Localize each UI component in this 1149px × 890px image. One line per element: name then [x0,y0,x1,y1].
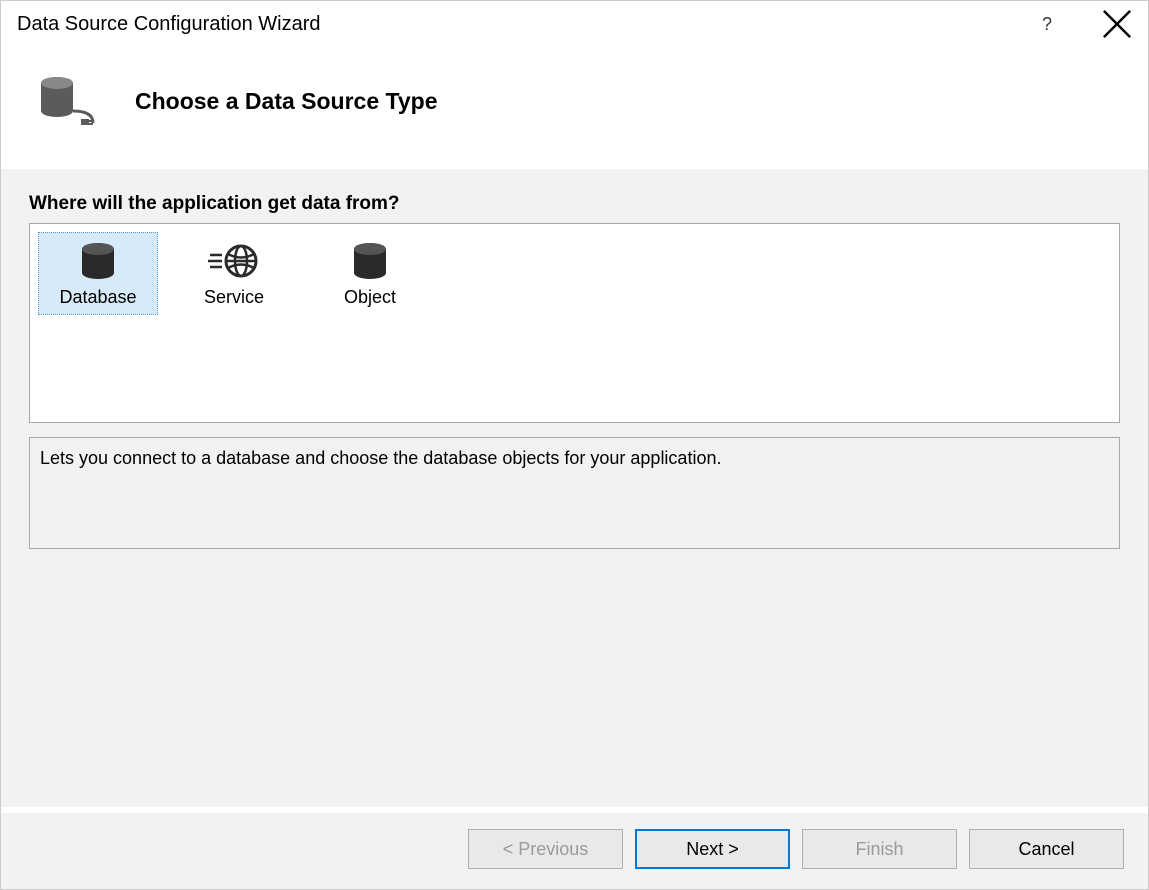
options-list: Database Service [29,223,1120,423]
option-database[interactable]: Database [38,232,158,315]
service-icon [208,239,260,283]
titlebar: Data Source Configuration Wizard ? [1,1,1148,47]
previous-button[interactable]: < Previous [468,829,623,869]
question-label: Where will the application get data from… [29,193,1120,215]
window-title: Data Source Configuration Wizard [17,13,320,36]
page-header: Choose a Data Source Type [1,47,1148,169]
next-button[interactable]: Next > [635,829,790,869]
option-service[interactable]: Service [174,232,294,315]
option-label: Service [204,287,264,308]
page-title: Choose a Data Source Type [135,88,438,115]
content-area: Where will the application get data from… [1,169,1148,807]
finish-button[interactable]: Finish [802,829,957,869]
option-label: Object [344,287,396,308]
wizard-footer: < Previous Next > Finish Cancel [1,813,1148,889]
help-icon[interactable]: ? [1032,9,1062,39]
option-label: Database [59,287,136,308]
wizard-icon [33,71,103,131]
titlebar-controls: ? [1032,9,1132,39]
option-object[interactable]: Object [310,232,430,315]
cancel-button[interactable]: Cancel [969,829,1124,869]
object-icon [349,239,391,283]
close-icon[interactable] [1102,9,1132,39]
description-text: Lets you connect to a database and choos… [29,437,1120,549]
database-icon [77,239,119,283]
